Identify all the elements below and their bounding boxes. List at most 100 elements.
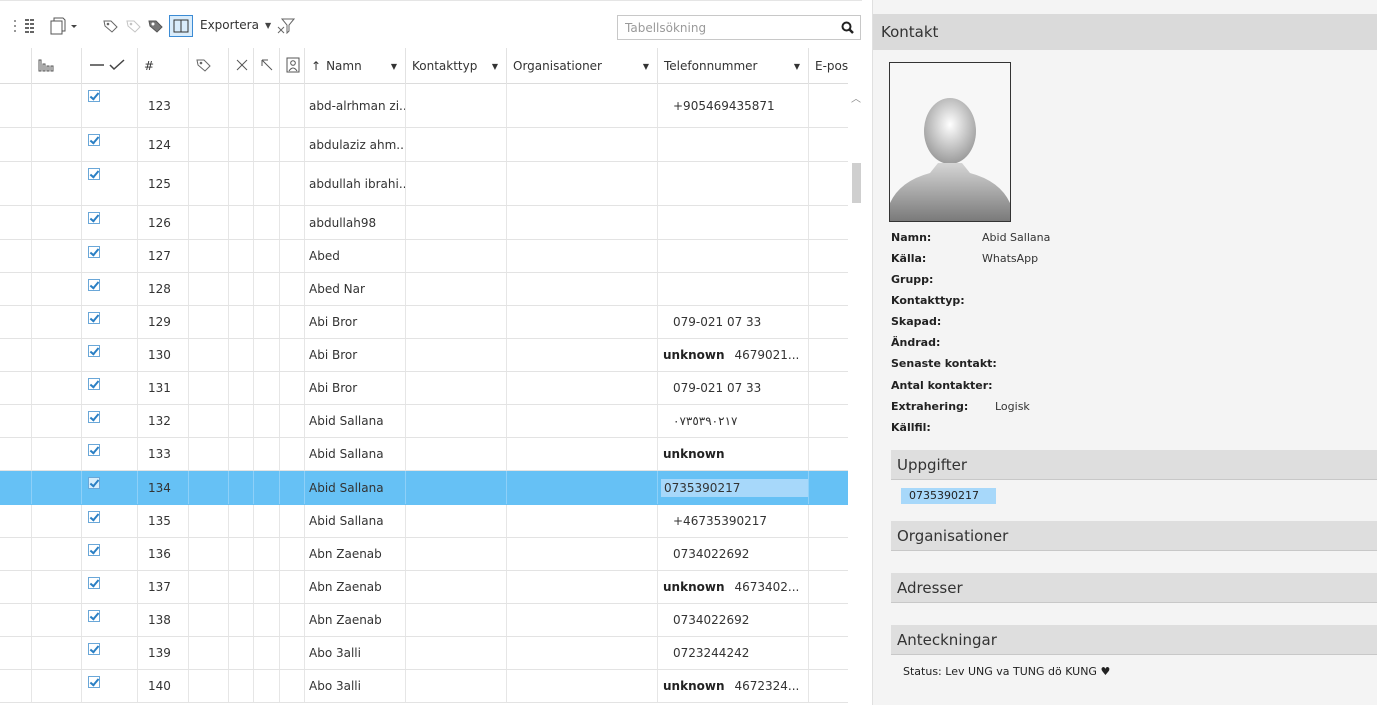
table-row[interactable]: 131 Abi Bror 079-021 07 33 [0,372,848,405]
search-icon[interactable] [840,20,856,36]
row-phone: +905469435871 [673,98,775,113]
row-checkbox[interactable] [88,378,100,390]
table-cell [406,438,507,470]
row-checkbox[interactable] [88,134,100,146]
filter-clear-icon[interactable] [275,15,297,37]
column-pointer[interactable] [254,48,280,84]
table-cell [82,604,138,636]
table-row[interactable]: 140 Abo 3alli unknown 4672324... [0,670,848,703]
row-name: Abid Sallana [309,480,384,495]
table-cell [280,571,305,603]
column-check[interactable] [82,48,138,84]
table-row[interactable]: 126 abdullah98 [0,206,848,240]
table-row[interactable]: 139 Abo 3alli 0723244242 [0,637,848,670]
table-row[interactable]: 123 abd-alrhman zi... +905469435871 [0,84,848,128]
contact-field-label: Källa: [891,252,927,265]
section-details[interactable]: Uppgifter [891,450,1377,480]
row-number: 138 [148,613,171,627]
table-cell [658,162,809,205]
row-checkbox[interactable] [88,444,100,456]
contact-field: Antal kontakter: [891,379,993,392]
row-phone: 079-021 07 33 [673,315,762,329]
column-number[interactable]: # [138,48,189,84]
column-phone-dropdown-icon[interactable]: ▼ [794,62,800,71]
column-contact-card[interactable] [280,48,305,84]
notes-text: Status: Lev UNG va TUNG dö KUNG ♥ [903,665,1111,678]
table-cell: 136 [138,538,189,570]
scrollbar-thumb[interactable] [852,163,861,203]
column-contact-type-dropdown-icon[interactable]: ▼ [492,62,498,71]
row-checkbox[interactable] [88,610,100,622]
row-phone: 079-021 07 33 [673,381,762,395]
row-name: abd-alrhman zi... [309,98,406,113]
row-checkbox[interactable] [88,511,100,523]
column-tag[interactable] [189,48,229,84]
tag-icon[interactable] [100,15,122,37]
row-checkbox[interactable] [88,643,100,655]
column-name[interactable]: ↑ Namn ▼ [305,48,406,84]
table-row[interactable]: 128 Abed Nar [0,273,848,306]
columns-icon[interactable] [8,15,40,37]
table-row[interactable]: 124 abdulaziz ahm... [0,128,848,162]
column-organisations[interactable]: Organisationer ▼ [507,48,658,84]
section-notes[interactable]: Anteckningar [891,625,1377,655]
column-name-dropdown-icon[interactable]: ▼ [391,62,397,71]
table-cell [32,128,82,161]
copy-icon[interactable] [47,15,81,37]
table-row[interactable]: 129 Abi Bror 079-021 07 33 [0,306,848,339]
contact-field: Senaste kontakt: [891,357,997,370]
table-cell [0,128,32,161]
row-number: 139 [148,646,171,660]
export-label: Exportera [200,18,259,32]
row-checkbox[interactable] [88,577,100,589]
tag-column-icon [195,57,213,76]
row-checkbox[interactable] [88,246,100,258]
panel-icon[interactable] [169,15,193,37]
table-row[interactable]: 137 Abn Zaenab unknown 4673402... [0,571,848,604]
contact-field-label: Kontakttyp: [891,294,965,307]
row-checkbox[interactable] [88,345,100,357]
column-handle[interactable] [0,48,32,84]
row-checkbox[interactable] [88,279,100,291]
check-column-icon [88,58,128,75]
row-checkbox[interactable] [88,168,100,180]
row-number: 134 [148,480,171,495]
section-addresses[interactable]: Adresser [891,573,1377,603]
table-cell: Abed Nar [305,273,406,305]
table-row[interactable]: 136 Abn Zaenab 0734022692 [0,538,848,571]
table-cell [0,538,32,570]
table-row[interactable]: 138 Abn Zaenab 0734022692 [0,604,848,637]
column-organisations-dropdown-icon[interactable]: ▼ [643,62,649,71]
table-row[interactable]: 135 Abid Sallana +46735390217 [0,505,848,538]
table-row[interactable]: 134 Abid Sallana 0735390217 [0,471,848,505]
table-row[interactable]: 127 Abed [0,240,848,273]
export-button[interactable]: Exportera ▼ [200,18,271,32]
detail-phone[interactable]: 0735390217 [901,488,996,504]
row-checkbox[interactable] [88,544,100,556]
column-chooser[interactable] [32,48,82,84]
row-checkbox[interactable] [88,312,100,324]
contact-field: Skapad: [891,315,941,328]
table-row[interactable]: 132 Abid Sallana ٠٧٣٥٣٩٠٢١٧ [0,405,848,438]
table-row[interactable]: 125 abdullah ibrahi... [0,162,848,206]
table-cell: 133 [138,438,189,470]
scroll-up-icon[interactable]: ︿ [851,90,861,105]
search-input[interactable] [618,16,833,39]
row-checkbox[interactable] [88,90,100,102]
table-row[interactable]: 130 Abi Bror unknown 4679021... [0,339,848,372]
table-cell: Abid Sallana [305,505,406,537]
column-phone[interactable]: Telefonnummer ▼ [658,48,809,84]
section-organisations[interactable]: Organisationer [891,521,1377,551]
table-cell [809,405,848,437]
tag-settings-icon[interactable] [145,15,167,37]
column-email[interactable]: E-pos [809,48,848,84]
table-cell: 137 [138,571,189,603]
row-name: Abi Bror [309,381,358,395]
row-checkbox[interactable] [88,411,100,423]
row-checkbox[interactable] [88,212,100,224]
table-row[interactable]: 133 Abid Sallana unknown [0,438,848,471]
column-contact-type[interactable]: Kontakttyp ▼ [406,48,507,84]
column-deleted[interactable] [229,48,254,84]
row-checkbox[interactable] [88,477,100,489]
row-checkbox[interactable] [88,676,100,688]
